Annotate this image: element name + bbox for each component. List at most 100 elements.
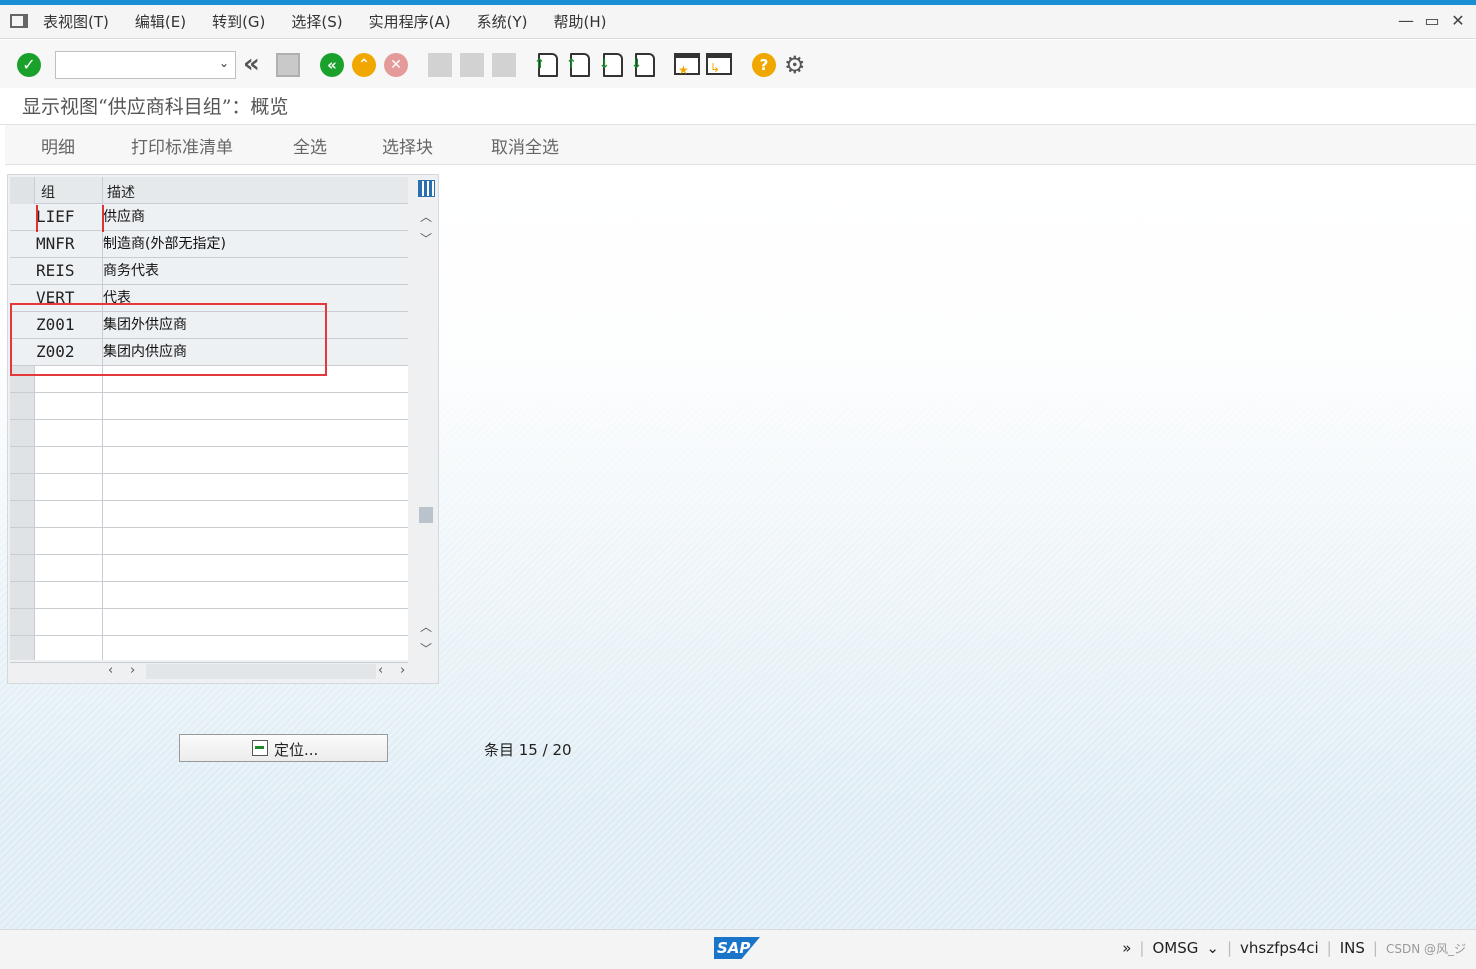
table-row[interactable] (10, 636, 408, 663)
menu-goto[interactable]: 转到(G) (212, 11, 265, 32)
transaction-code[interactable]: OMSG (1152, 939, 1198, 957)
main-area: 组 描述 LIEF 供应商 MNFR 制造商(外部无指定) REIS 商务代表 VERT 代表… (0, 166, 1476, 929)
shortcut-icon[interactable]: ↳ (706, 53, 732, 75)
locate-button[interactable]: 定位... (179, 734, 388, 762)
find-icon[interactable] (460, 53, 484, 77)
back-icon[interactable]: « (320, 53, 344, 77)
menu-selection[interactable]: 选择(S) (291, 11, 342, 32)
create-session-icon[interactable]: ★ (674, 53, 700, 77)
cancel-icon[interactable]: ✕ (384, 53, 408, 77)
table-row[interactable] (10, 447, 408, 474)
cell-description (103, 555, 408, 581)
vertical-scrollbar[interactable]: ︿ ﹀ ︿ ﹀ (414, 177, 438, 660)
table-row[interactable]: REIS 商务代表 (10, 258, 408, 285)
cell-group[interactable] (36, 555, 102, 581)
help-icon[interactable]: ? (752, 53, 776, 77)
input-mode[interactable]: INS (1340, 939, 1365, 957)
cell-description: 供应商 (103, 209, 145, 225)
save-icon[interactable] (276, 53, 300, 77)
find-next-icon[interactable] (492, 53, 516, 77)
scroll-up-icon[interactable]: ︿ (420, 208, 432, 225)
gear-icon[interactable]: ⚙ (784, 53, 808, 77)
annotation-highlight-box (10, 303, 327, 376)
cell-description (103, 582, 408, 608)
cell-group[interactable] (36, 501, 102, 527)
locate-button-label: 定位... (274, 741, 319, 759)
command-field[interactable]: ⌄ (55, 51, 236, 79)
cell-description (103, 420, 408, 446)
minimize-icon[interactable]: — (1398, 11, 1414, 30)
divider: | (1226, 939, 1233, 957)
cell-group[interactable] (36, 609, 102, 635)
table-row[interactable] (10, 501, 408, 528)
table-row[interactable] (10, 474, 408, 501)
column-header-description[interactable]: 描述 (107, 182, 135, 202)
table-row[interactable] (10, 420, 408, 447)
table-header: 组 描述 (10, 177, 408, 204)
enter-check-icon[interactable]: ✓ (17, 53, 41, 77)
table-control: 组 描述 LIEF 供应商 MNFR 制造商(外部无指定) REIS 商务代表 VERT 代表… (7, 174, 439, 684)
column-header-group[interactable]: 组 (41, 182, 55, 202)
table-row[interactable] (10, 393, 408, 420)
locate-icon (252, 740, 268, 756)
cell-group[interactable] (36, 582, 102, 608)
exit-icon[interactable]: ⌃ (352, 53, 376, 77)
menu-items: 表视图(T) 编辑(E) 转到(G) 选择(S) 实用程序(A) 系统(Y) 帮… (43, 11, 632, 32)
app-menu-icon[interactable] (10, 14, 28, 28)
scroll-left-icon[interactable]: ‹ (108, 663, 113, 678)
menu-help[interactable]: 帮助(H) (553, 11, 606, 32)
menu-utilities[interactable]: 实用程序(A) (369, 11, 451, 32)
deselect-all-button[interactable]: 取消全选 (491, 133, 559, 158)
cell-description: 商务代表 (103, 263, 159, 279)
menu-bar: 表视图(T) 编辑(E) 转到(G) 选择(S) 实用程序(A) 系统(Y) 帮… (0, 5, 1476, 39)
table-row[interactable]: MNFR 制造商(外部无指定) (10, 231, 408, 258)
table-row[interactable] (10, 528, 408, 555)
page-down-icon[interactable]: ﹀ (420, 640, 432, 657)
table-row[interactable] (10, 555, 408, 582)
first-page-icon[interactable]: ⇑ (534, 53, 558, 77)
cell-description (103, 636, 408, 662)
table-row[interactable] (10, 582, 408, 609)
server-name: vhszfps4ci (1240, 939, 1319, 957)
details-button[interactable]: 明细 (41, 133, 75, 158)
scroll-right-icon[interactable]: › (130, 663, 135, 678)
print-icon[interactable] (428, 53, 452, 77)
cell-description (103, 501, 408, 527)
cell-description (103, 447, 408, 473)
menu-table-view[interactable]: 表视图(T) (43, 11, 109, 32)
next-page-icon[interactable]: ↓ (599, 53, 623, 77)
menu-edit[interactable]: 编辑(E) (135, 11, 186, 32)
cell-group[interactable] (36, 393, 102, 419)
column-settings-icon[interactable] (418, 180, 435, 197)
cell-group[interactable] (36, 636, 102, 662)
cell-group[interactable]: MNFR (36, 231, 102, 257)
table-row[interactable] (10, 609, 408, 636)
select-block-button[interactable]: 选择块 (382, 133, 433, 158)
chevron-down-icon[interactable]: ⌄ (1206, 939, 1219, 957)
scroll-down-icon[interactable]: ﹀ (420, 230, 432, 247)
scroll-thumb[interactable] (419, 507, 433, 523)
cell-group[interactable] (36, 474, 102, 500)
previous-page-icon[interactable]: ↑ (566, 53, 590, 77)
print-list-button[interactable]: 打印标准清单 (131, 133, 233, 158)
close-icon[interactable]: ✕ (1450, 11, 1466, 30)
cell-group[interactable] (36, 420, 102, 446)
page-up-icon[interactable]: ︿ (420, 618, 432, 635)
window-controls: — ▭ ✕ (1398, 11, 1466, 30)
collapse-command-icon[interactable]: « (243, 51, 267, 77)
horizontal-scroll-track[interactable] (146, 664, 376, 679)
last-page-icon[interactable]: ⇓ (631, 53, 655, 77)
cell-group[interactable]: REIS (36, 258, 102, 284)
cell-group[interactable] (36, 447, 102, 473)
horizontal-scrollbar[interactable]: ‹ › ‹ › (10, 662, 408, 682)
scroll-left-icon[interactable]: ‹ (378, 663, 383, 678)
status-expand-icon[interactable]: » (1122, 939, 1131, 957)
scroll-right-icon[interactable]: › (400, 663, 405, 678)
maximize-icon[interactable]: ▭ (1424, 11, 1440, 30)
cell-description: 制造商(外部无指定) (103, 236, 226, 252)
menu-system[interactable]: 系统(Y) (477, 11, 528, 32)
cursor-focus-marker (36, 205, 104, 232)
chevron-down-icon[interactable]: ⌄ (219, 56, 229, 70)
cell-group[interactable] (36, 528, 102, 554)
select-all-button[interactable]: 全选 (293, 133, 327, 158)
